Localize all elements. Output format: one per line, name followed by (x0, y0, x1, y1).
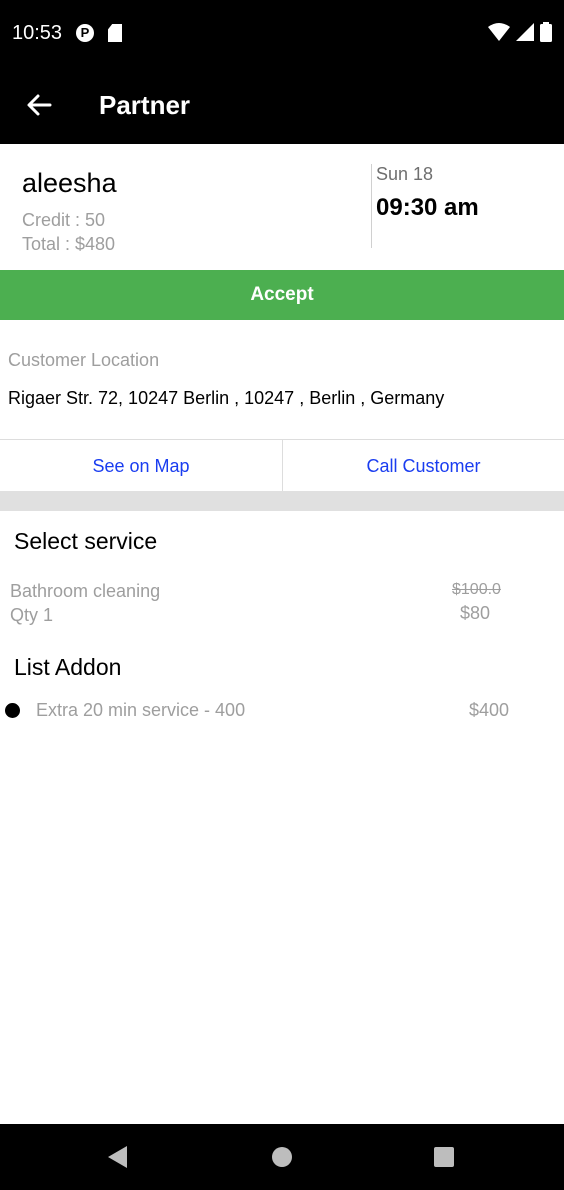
credit-text: Credit : 50 (22, 210, 106, 230)
booking-header: aleesha Credit : 50 Total : $480 Sun 18 … (0, 146, 564, 270)
system-nav-bar (0, 1124, 564, 1190)
select-service-title: Select service (14, 528, 158, 554)
service-name: Bathroom cleaning (10, 581, 161, 601)
customer-name: aleesha (22, 168, 117, 198)
signal-icon (516, 23, 534, 41)
app-bar: Partner (0, 68, 564, 144)
list-addon-title: List Addon (14, 654, 122, 680)
see-on-map-button[interactable]: See on Map (0, 440, 282, 492)
total-text: Total : $480 (22, 234, 116, 254)
booking-day: Sun 18 (376, 164, 434, 184)
page-title: Partner (99, 90, 191, 120)
customer-location-label: Customer Location (8, 350, 160, 370)
battery-icon (540, 22, 552, 42)
bullet-icon (5, 703, 20, 718)
customer-address: Rigaer Str. 72, 10247 Berlin , 10247 , B… (8, 388, 445, 408)
service-original-price: $100.0 (452, 581, 501, 598)
notification-p-icon: P (76, 24, 94, 42)
nav-back-icon[interactable] (108, 1146, 127, 1168)
status-bar: 10:53 P (0, 0, 564, 68)
booking-time: 09:30 am (376, 194, 479, 221)
addon-price: $400 (469, 700, 510, 720)
wifi-icon (488, 23, 510, 41)
status-icons (488, 22, 552, 42)
section-separator (0, 491, 564, 511)
status-time: 10:53 (12, 22, 63, 44)
addon-name: Extra 20 min service - 400 (36, 700, 246, 720)
service-qty: Qty 1 (10, 605, 54, 625)
location-actions: See on Map Call Customer (0, 439, 564, 492)
nav-home-icon[interactable] (272, 1147, 292, 1167)
vertical-divider (371, 164, 372, 248)
sd-card-icon (108, 24, 122, 42)
back-arrow-icon[interactable] (24, 90, 54, 120)
accept-button[interactable]: Accept (0, 270, 564, 320)
call-customer-button[interactable]: Call Customer (282, 440, 564, 492)
service-price: $80 (460, 603, 491, 623)
nav-recents-icon[interactable] (434, 1147, 454, 1167)
